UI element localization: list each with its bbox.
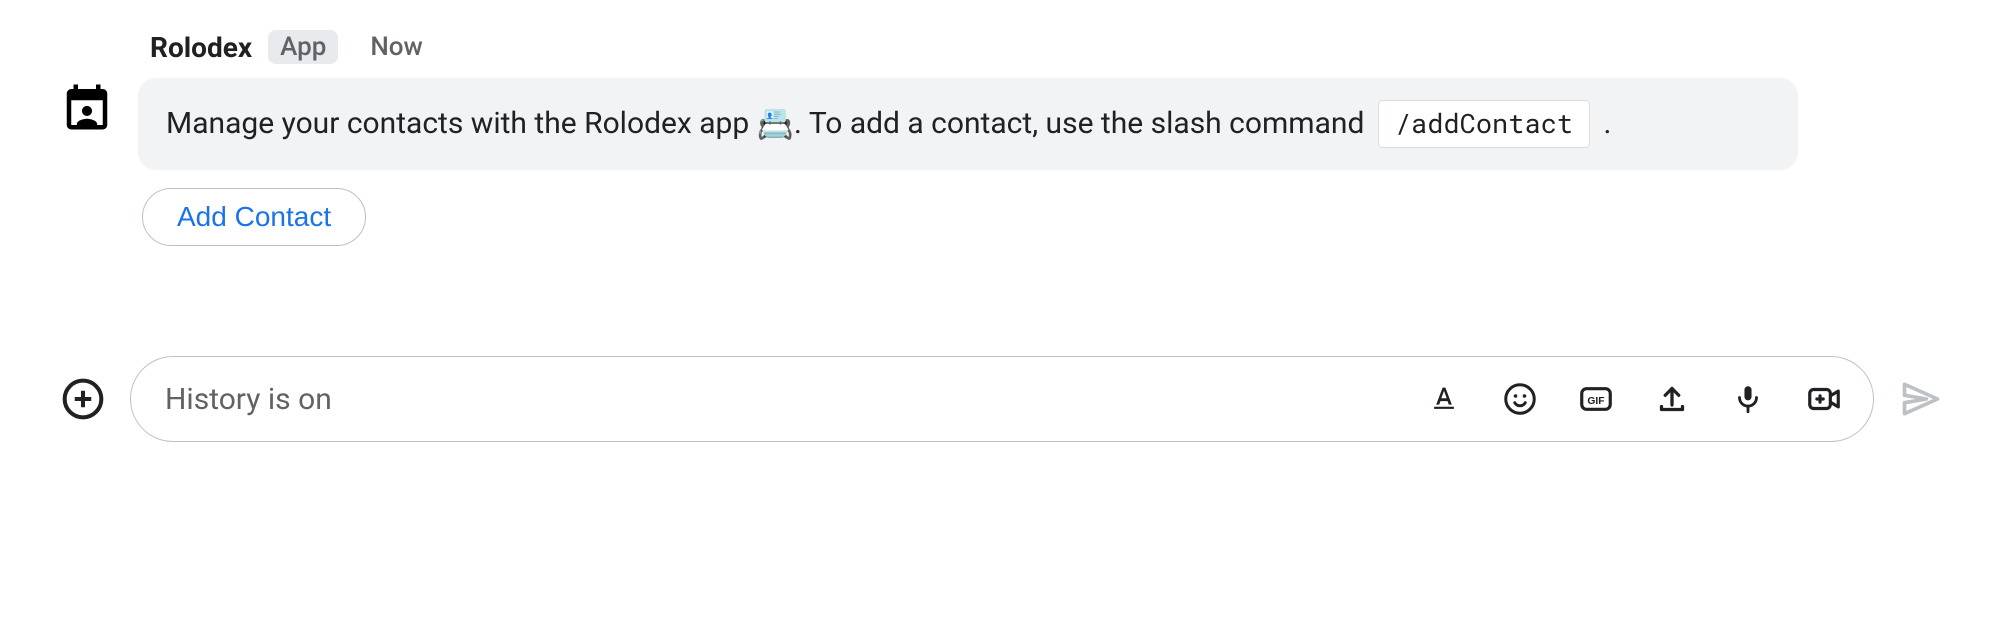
compose-toolbar: GIF [1425,380,1843,418]
compose-input[interactable] [165,382,1425,417]
message-bubble: Manage your contacts with the Rolodex ap… [138,78,1798,170]
emoji-icon[interactable] [1501,380,1539,418]
action-row: Add Contact [142,188,1798,246]
message-text-3: . [1596,106,1611,141]
compose-box[interactable]: GIF [130,356,1874,442]
app-badge: App [268,30,338,64]
rolodex-emoji: 📇 [757,107,794,142]
mic-icon[interactable] [1729,380,1767,418]
message-content: Rolodex App Now Manage your contacts wit… [138,30,1798,246]
add-contact-button[interactable]: Add Contact [142,188,366,246]
message-text-1: Manage your contacts with the Rolodex ap… [166,106,757,141]
timestamp: Now [370,32,423,62]
svg-text:GIF: GIF [1587,396,1604,407]
app-avatar [60,80,114,134]
send-button[interactable] [1898,376,1944,422]
message-header: Rolodex App Now [138,30,1798,64]
compose-row: GIF [60,356,1944,442]
video-icon[interactable] [1805,380,1843,418]
slash-command-chip: /addContact [1378,100,1590,148]
gif-icon[interactable]: GIF [1577,380,1615,418]
format-text-icon[interactable] [1425,380,1463,418]
upload-icon[interactable] [1653,380,1691,418]
message-text-2: . To add a contact, use the slash comman… [794,106,1372,141]
message-row: Rolodex App Now Manage your contacts wit… [60,30,1944,246]
sender-name: Rolodex [150,31,252,64]
add-attachment-button[interactable] [60,376,106,422]
